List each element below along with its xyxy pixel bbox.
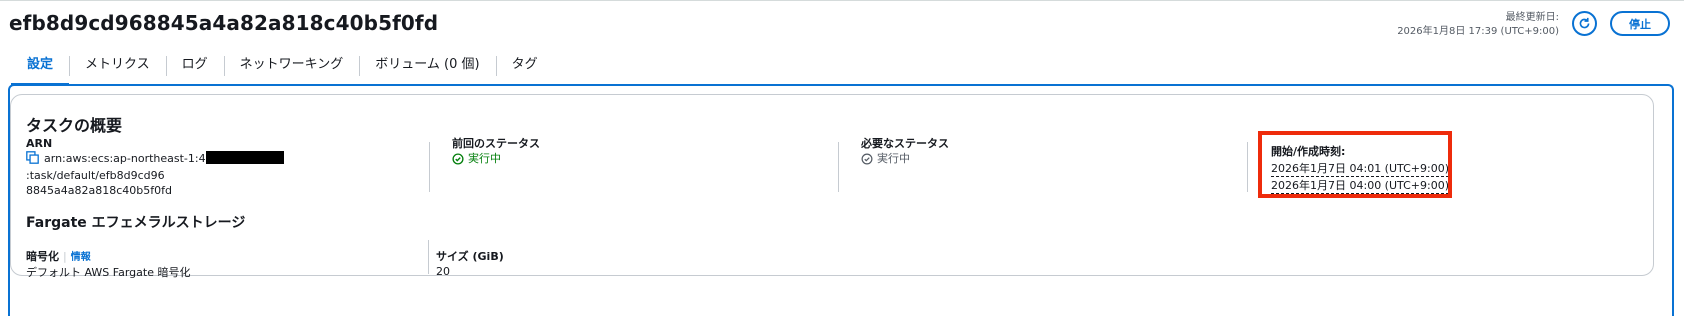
last-updated-label: 最終更新日:	[1505, 12, 1559, 23]
encryption-field: 暗号化 | 情報 デフォルト AWS Fargate 暗号化	[26, 249, 190, 280]
overview-title: タスクの概要	[26, 116, 123, 135]
refresh-icon	[1579, 17, 1590, 29]
last-status-label: 前回のステータス	[452, 137, 540, 150]
copy-icon[interactable]	[26, 151, 39, 168]
arn-field: ARN arn:aws:ecs:ap-northeast-1:4 :task/de…	[26, 136, 386, 198]
page-title: efb8d9cd968845a4a82a818c40b5f0fd	[9, 11, 439, 35]
column-divider	[429, 142, 430, 192]
storage-title: Fargate エフェメラルストレージ	[26, 215, 246, 231]
size-field: サイズ (GiB) 20	[436, 249, 504, 279]
arn-prefix: arn:aws:ecs:ap-northeast-1:4	[44, 152, 206, 165]
tab-volumes[interactable]: ボリューム (0 個)	[359, 50, 495, 83]
redaction-bar	[205, 151, 284, 164]
tab-metrics[interactable]: メトリクス	[69, 50, 166, 83]
last-updated: 最終更新日: 2026年1月8日 17:39 (UTC+9:00)	[1397, 11, 1559, 39]
tab-bar: 設定 メトリクス ログ ネットワーキング ボリューム (0 個) タグ	[11, 50, 554, 86]
last-status-field: 前回のステータス 実行中	[452, 136, 540, 166]
size-value: 20	[436, 265, 450, 278]
last-updated-value: 2026年1月8日 17:39 (UTC+9:00)	[1397, 26, 1559, 37]
tab-networking[interactable]: ネットワーキング	[223, 50, 360, 83]
tab-logs[interactable]: ログ	[165, 50, 224, 83]
tab-settings[interactable]: 設定	[11, 50, 70, 86]
task-header: efb8d9cd968845a4a82a818c40b5f0fd 最終更新日: …	[0, 0, 1684, 49]
refresh-button[interactable]	[1572, 11, 1597, 36]
encryption-value: デフォルト AWS Fargate 暗号化	[26, 266, 191, 279]
size-label: サイズ (GiB)	[436, 250, 504, 263]
check-circle-outline-icon	[861, 153, 873, 164]
last-status-value: 実行中	[468, 152, 501, 165]
tab-tags[interactable]: タグ	[495, 50, 554, 83]
arn-suffix: :task/default/efb8d9cd96	[26, 169, 165, 182]
desired-status-field: 必要なステータス 実行中	[861, 136, 949, 166]
stop-button[interactable]: 停止	[1610, 11, 1670, 36]
info-link[interactable]: 情報	[71, 252, 91, 263]
column-divider	[838, 142, 839, 192]
arn-label: ARN	[26, 137, 53, 150]
annotation-highlight-box	[1258, 131, 1452, 198]
arn-line2: 8845a4a82a818c40b5f0fd	[26, 184, 172, 197]
desired-status-value: 実行中	[877, 152, 910, 165]
check-circle-icon	[452, 152, 464, 165]
desired-status-label: 必要なステータス	[861, 137, 949, 150]
column-divider	[428, 240, 429, 274]
encryption-label: 暗号化	[26, 250, 59, 263]
separator: |	[63, 250, 67, 263]
column-divider	[1247, 142, 1248, 192]
